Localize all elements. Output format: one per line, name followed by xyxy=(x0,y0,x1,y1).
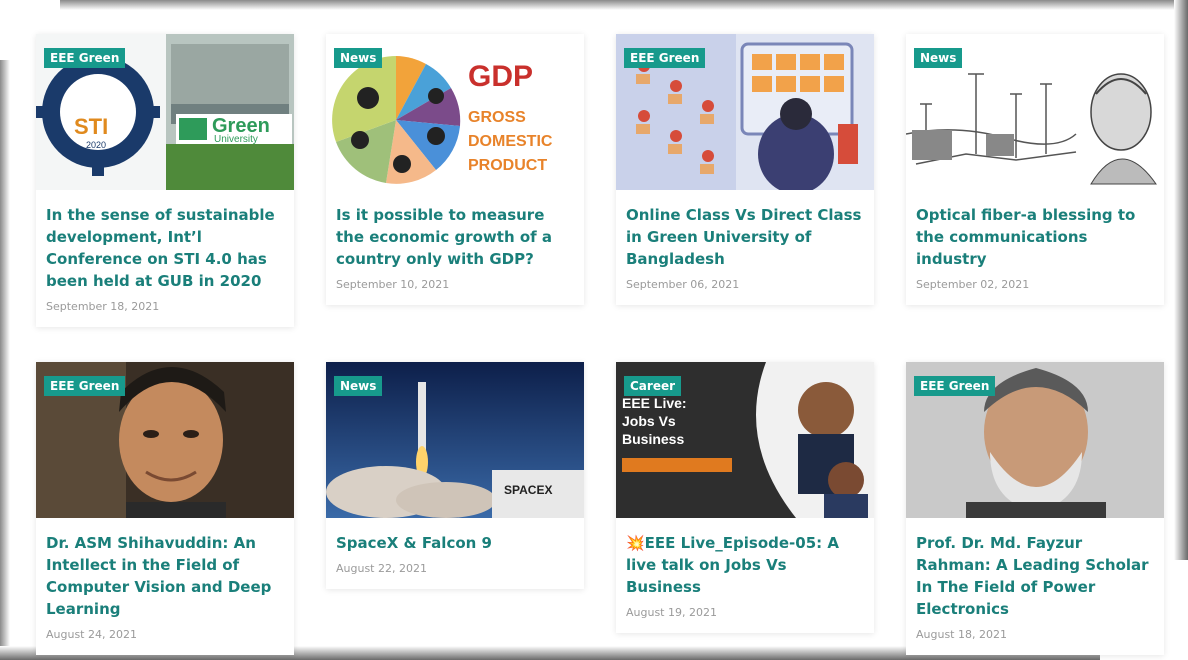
post-thumbnail[interactable]: EEE Green xyxy=(36,362,294,518)
post-thumbnail[interactable]: EEE Green xyxy=(616,34,874,190)
post-thumbnail[interactable]: EEE Live: Jobs Vs Business Career xyxy=(616,362,874,518)
category-badge[interactable]: EEE Green xyxy=(44,48,126,68)
category-badge[interactable]: EEE Green xyxy=(44,376,126,396)
post-card[interactable]: STI 2020 Green University EEE Green In t… xyxy=(36,34,294,327)
post-card[interactable]: EEE Green Online Class Vs Direct Class i… xyxy=(616,34,874,305)
eee-live-sub1: Jobs Vs xyxy=(622,413,676,429)
post-date: September 10, 2021 xyxy=(336,278,450,291)
category-badge[interactable]: Career xyxy=(624,376,682,396)
post-title[interactable]: 💥EEE Live_Episode-05: A live talk on Job… xyxy=(626,532,864,598)
post-thumbnail[interactable]: STI 2020 Green University EEE Green xyxy=(36,34,294,190)
category-badge[interactable]: EEE Green xyxy=(624,48,706,68)
post-date: August 24, 2021 xyxy=(46,628,137,641)
gdp-line2: DOMESTIC xyxy=(468,133,553,150)
post-title[interactable]: Online Class Vs Direct Class in Green Un… xyxy=(626,204,864,270)
post-title[interactable]: Is it possible to measure the economic g… xyxy=(336,204,574,270)
post-card[interactable]: EEE Green Dr. ASM Shihavuddin: An Intell… xyxy=(36,362,294,655)
post-card[interactable]: News Optical fiber-a blessing to the com… xyxy=(906,34,1164,305)
category-badge[interactable]: News xyxy=(334,376,383,396)
post-card[interactable]: EEE Green Prof. Dr. Md. Fayzur Rahman: A… xyxy=(906,362,1164,655)
post-date: August 22, 2021 xyxy=(336,562,427,575)
category-badge[interactable]: News xyxy=(914,48,963,68)
post-title[interactable]: Dr. ASM Shihavuddin: An Intellect in the… xyxy=(46,532,284,620)
post-date: September 02, 2021 xyxy=(916,278,1030,291)
post-date: September 06, 2021 xyxy=(626,278,740,291)
sti-year-text: 2020 xyxy=(86,140,106,150)
post-date: August 19, 2021 xyxy=(626,606,717,619)
post-thumbnail[interactable]: SPACEX News xyxy=(326,362,584,518)
post-card[interactable]: SPACEX News SpaceX & Falcon 9 August 22,… xyxy=(326,362,584,589)
frame-edge-top xyxy=(60,0,1188,10)
gdp-line3: PRODUCT xyxy=(468,157,547,174)
sti-logo-text: STI xyxy=(74,114,108,139)
post-thumbnail[interactable]: EEE Green xyxy=(906,362,1164,518)
green-university-sub-text: University xyxy=(214,134,258,145)
category-badge[interactable]: EEE Green xyxy=(914,376,996,396)
post-date: August 18, 2021 xyxy=(916,628,1007,641)
frame-edge-left xyxy=(0,60,10,660)
post-title[interactable]: Optical fiber-a blessing to the communic… xyxy=(916,204,1154,270)
eee-live-sub2: Business xyxy=(622,431,684,447)
post-card[interactable]: EEE Live: Jobs Vs Business Career 💥EEE L… xyxy=(616,362,874,633)
post-title[interactable]: Prof. Dr. Md. Fayzur Rahman: A Leading S… xyxy=(916,532,1154,620)
post-thumbnail[interactable]: GDP GROSS DOMESTIC PRODUCT News xyxy=(326,34,584,190)
gdp-heading: GDP xyxy=(468,60,533,93)
screenshot-frame: STI 2020 Green University EEE Green In t… xyxy=(0,0,1188,660)
post-date: September 18, 2021 xyxy=(46,300,160,313)
eee-live-heading: EEE Live: xyxy=(622,395,687,411)
post-title[interactable]: In the sense of sustainable development,… xyxy=(46,204,284,292)
gdp-line1: GROSS xyxy=(468,109,526,126)
post-card[interactable]: GDP GROSS DOMESTIC PRODUCT News Is it po… xyxy=(326,34,584,305)
frame-edge-right xyxy=(1174,0,1188,560)
post-thumbnail[interactable]: News xyxy=(906,34,1164,190)
post-title[interactable]: SpaceX & Falcon 9 xyxy=(336,532,574,554)
spacex-sign: SPACEX xyxy=(504,483,552,497)
category-badge[interactable]: News xyxy=(334,48,383,68)
